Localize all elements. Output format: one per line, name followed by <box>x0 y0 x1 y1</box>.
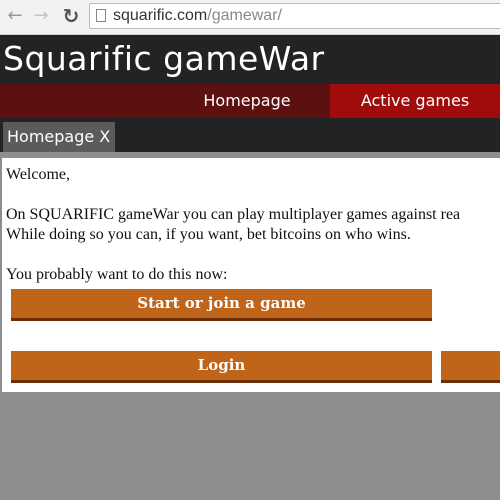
back-arrow-icon[interactable]: ← <box>4 5 26 27</box>
tab-homepage[interactable]: Homepage X <box>3 122 116 152</box>
main-menu: Homepage Active games <box>0 84 500 118</box>
url-host: squarific.com <box>113 7 208 24</box>
welcome-text: Welcome, <box>6 166 71 183</box>
browser-toolbar: ← → ↻ squarific.com/gamewar/ <box>0 0 500 35</box>
url-text[interactable]: squarific.com/gamewar/ <box>113 7 282 25</box>
forward-arrow-icon[interactable]: → <box>30 5 52 27</box>
reload-icon[interactable]: ↻ <box>60 5 82 27</box>
menu-item-active-games[interactable]: Active games <box>330 84 500 118</box>
start-or-join-game-button[interactable]: Start or join a game <box>11 289 432 321</box>
intro-text-line-1: On SQUARIFIC gameWar you can play multip… <box>6 206 461 223</box>
site-title: Squarific gameWar <box>3 39 325 78</box>
site-header: Squarific gameWar <box>0 35 500 84</box>
tab-strip: Homepage X <box>0 118 500 153</box>
login-button[interactable]: Login <box>11 351 432 383</box>
menu-item-homepage[interactable]: Homepage <box>168 84 326 118</box>
main-content: Welcome, On SQUARIFIC gameWar you can pl… <box>2 158 500 392</box>
prompt-text: You probably want to do this now: <box>6 266 228 283</box>
page-icon <box>96 9 106 22</box>
partial-button[interactable] <box>441 351 500 383</box>
url-path: /gamewar/ <box>207 7 282 24</box>
intro-text-line-2: While doing so you can, if you want, bet… <box>6 226 411 243</box>
address-bar[interactable]: squarific.com/gamewar/ <box>89 3 500 29</box>
